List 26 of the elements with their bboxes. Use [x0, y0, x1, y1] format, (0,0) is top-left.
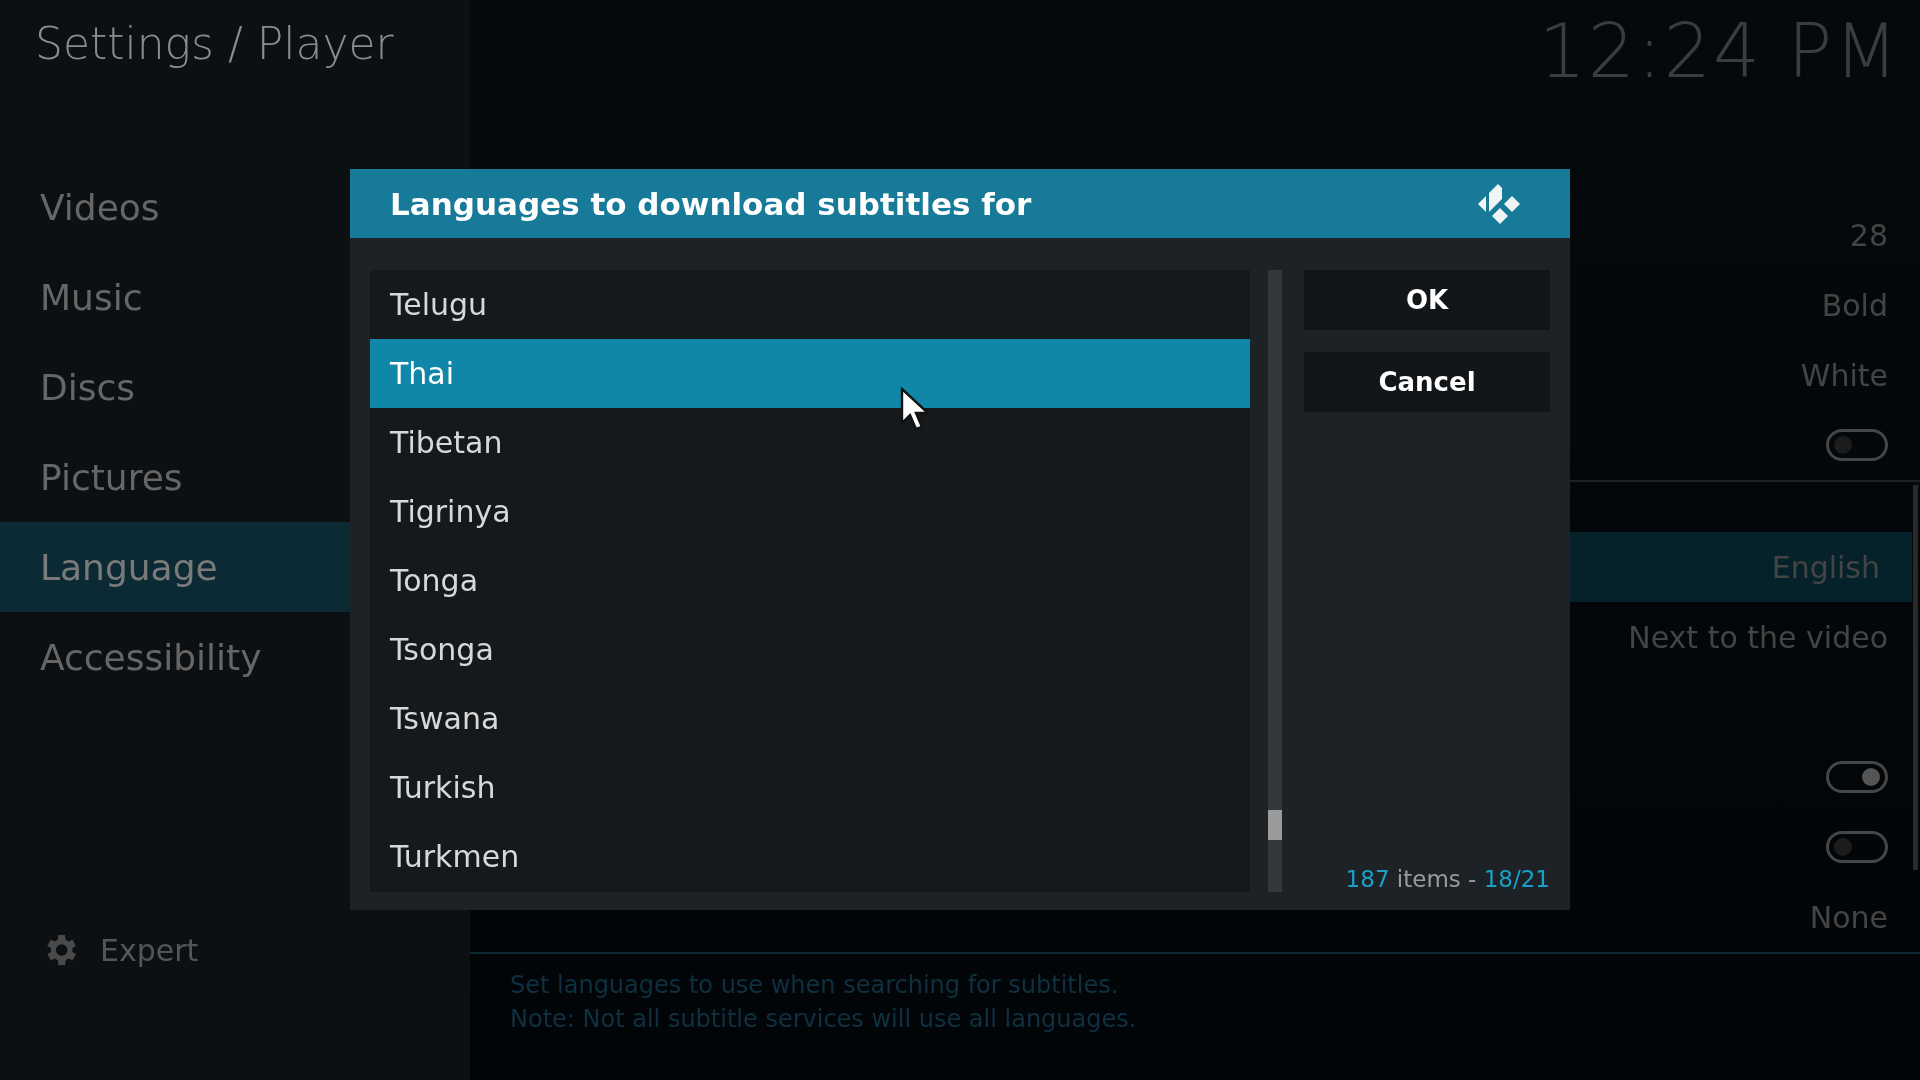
- list-item[interactable]: Thai: [370, 339, 1250, 408]
- toggle-switch[interactable]: [1826, 831, 1888, 863]
- item-count: 187 items - 18/21: [1344, 866, 1550, 892]
- list-item[interactable]: Tswana: [370, 684, 1250, 753]
- list-item[interactable]: Tibetan: [370, 408, 1250, 477]
- setting-value: 28: [1849, 217, 1888, 253]
- dialog-button[interactable]: OK: [1304, 270, 1550, 330]
- setting-value: Next to the video: [1628, 619, 1888, 655]
- dialog-button[interactable]: Cancel: [1304, 352, 1550, 412]
- setting-value: White: [1800, 357, 1888, 393]
- cursor-icon: [900, 387, 932, 433]
- setting-value: None: [1809, 899, 1888, 935]
- toggle-switch[interactable]: [1826, 761, 1888, 793]
- setting-value: English: [1771, 549, 1880, 585]
- list-item[interactable]: Tsonga: [370, 615, 1250, 684]
- setting-value: Bold: [1821, 287, 1888, 323]
- list-item[interactable]: Telugu: [370, 270, 1250, 339]
- scrollbar[interactable]: [1913, 485, 1918, 870]
- list-item[interactable]: Turkmen: [370, 822, 1250, 891]
- list-item[interactable]: Turkish: [370, 753, 1250, 822]
- description-text: Set languages to use when searching for subtitles.: [510, 970, 1120, 1001]
- scrollbar[interactable]: [1268, 270, 1282, 892]
- dialog-title: Languages to download subtitles for: [390, 185, 1032, 222]
- toggle-switch[interactable]: [1826, 429, 1888, 461]
- page-title: Settings / Player: [34, 17, 395, 71]
- description-text: Note: Not all subtitle services will use all languages.: [510, 1004, 1138, 1035]
